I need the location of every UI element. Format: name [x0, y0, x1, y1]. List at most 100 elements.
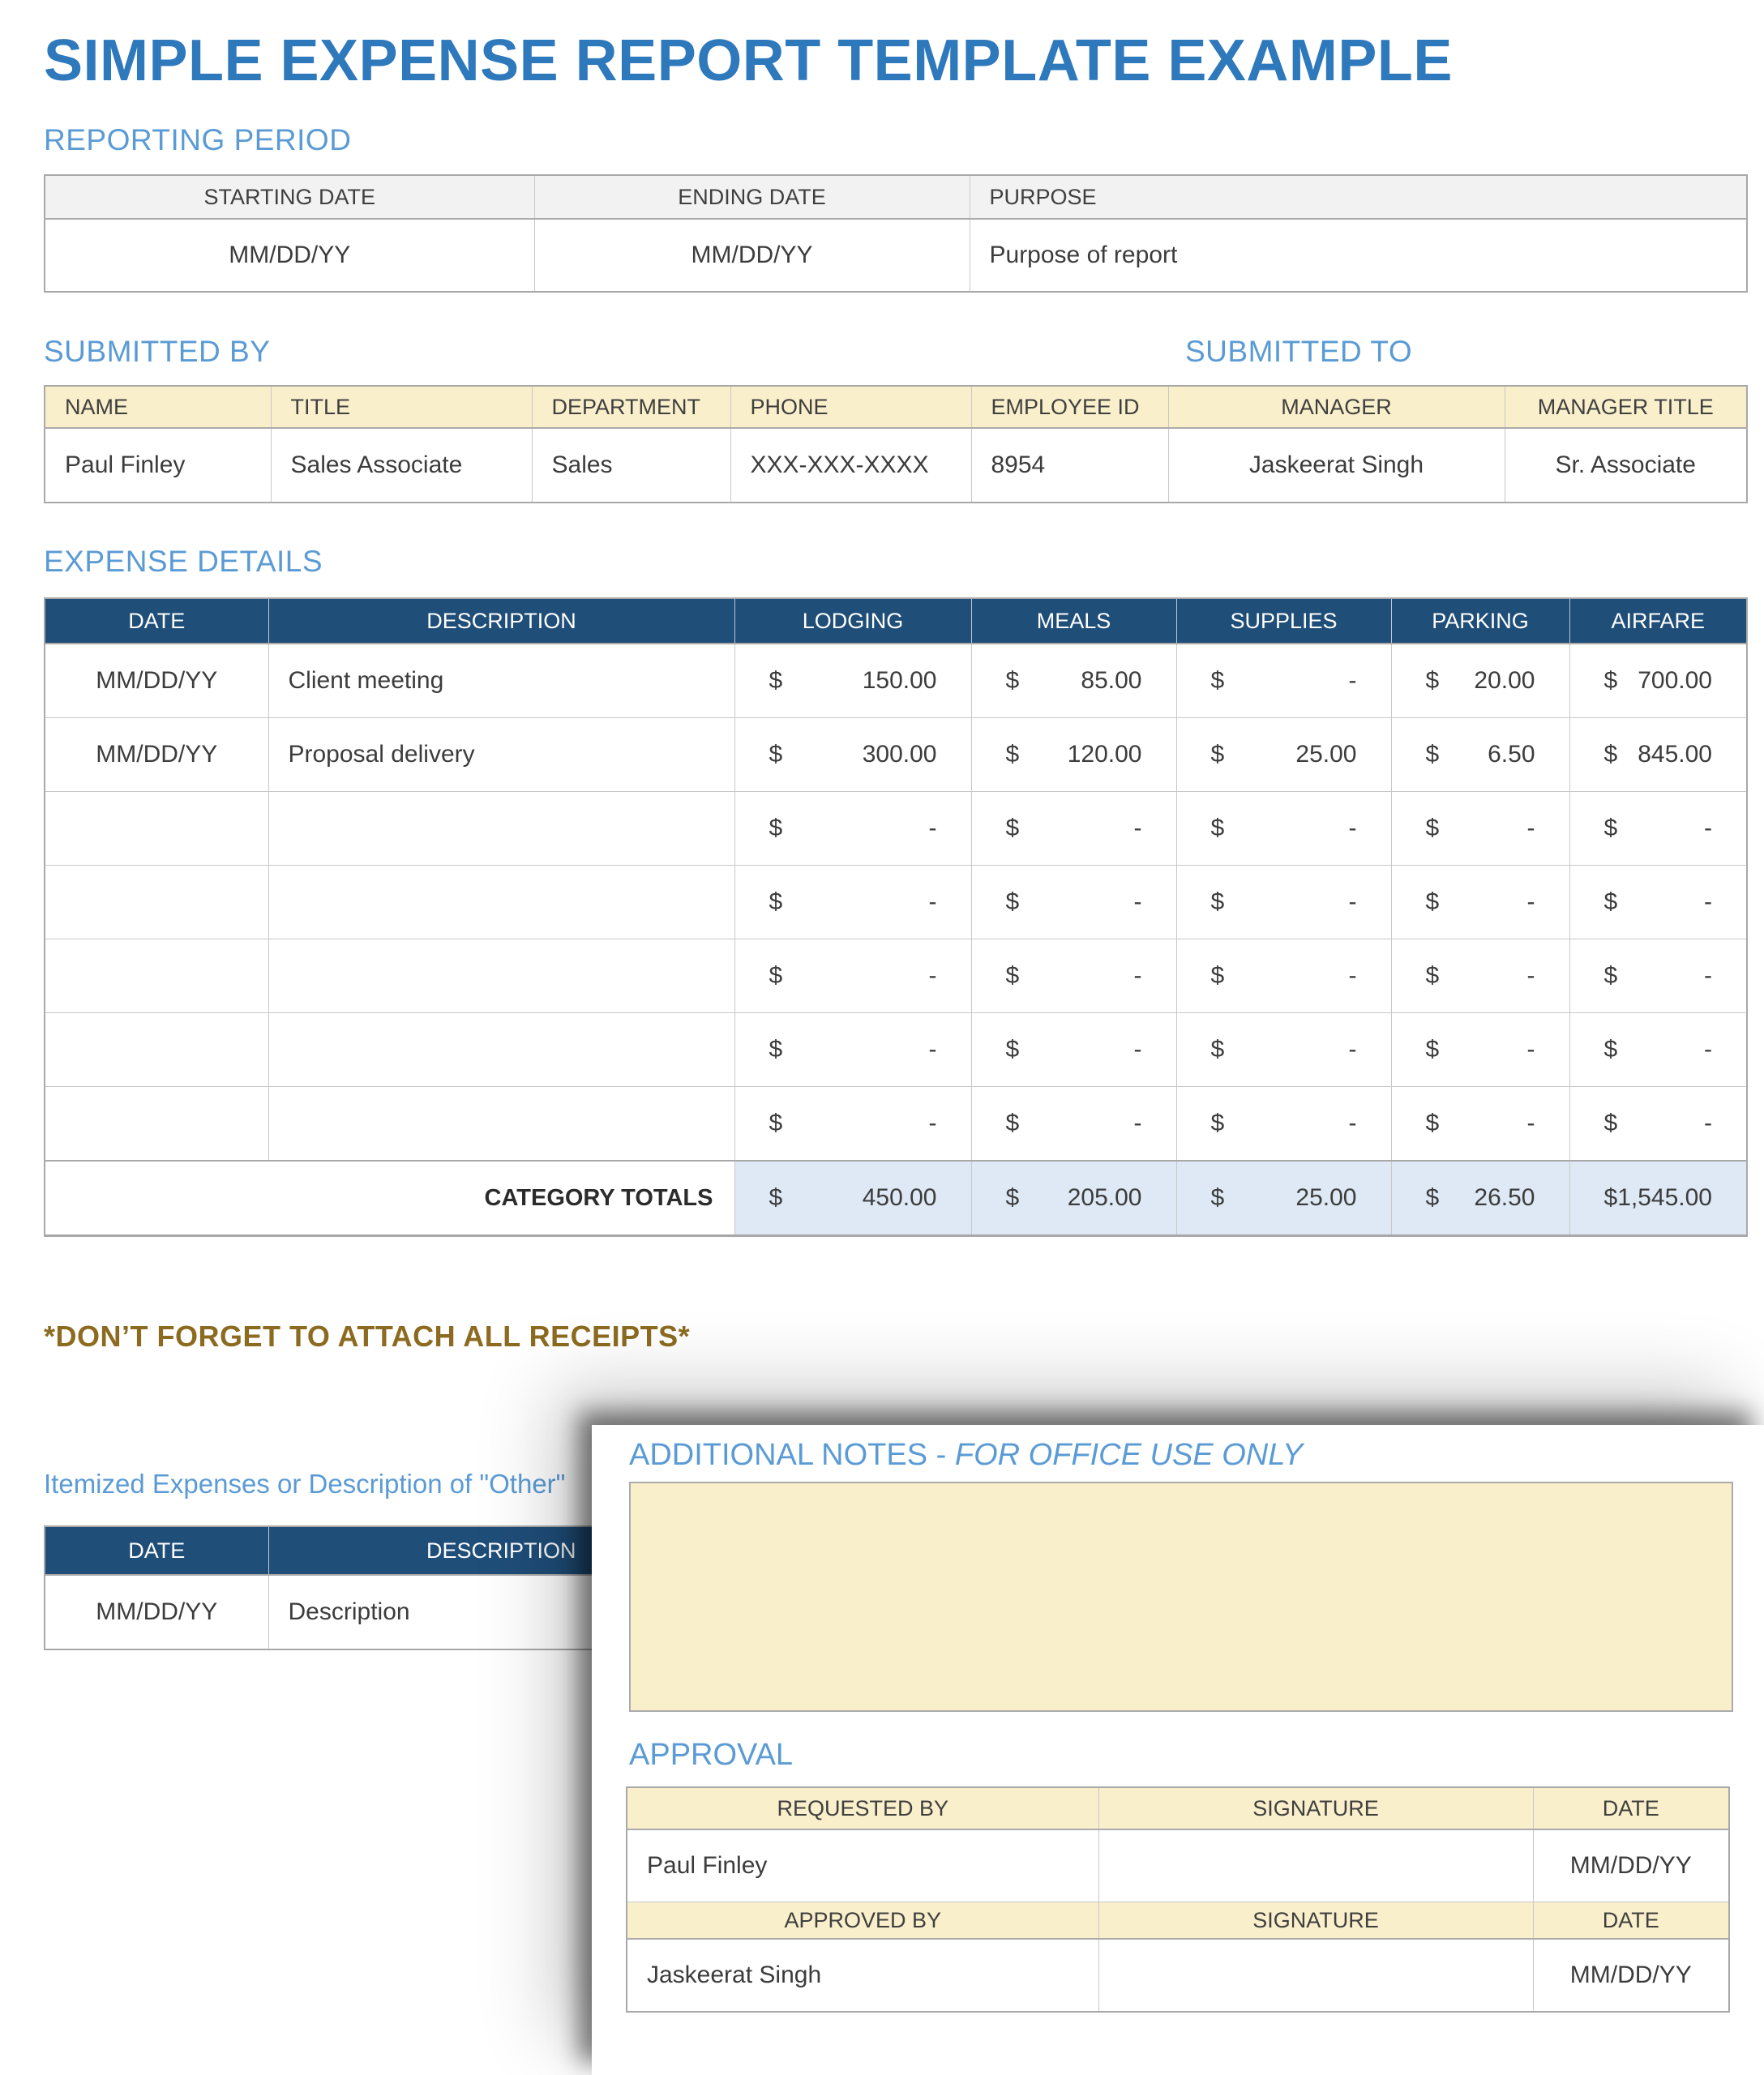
date-cell[interactable] — [44, 1086, 269, 1162]
parking-amount-cell[interactable]: $6.50 — [1390, 717, 1570, 792]
description-cell[interactable] — [268, 1012, 735, 1087]
additional-notes-box[interactable] — [629, 1482, 1733, 1712]
currency-symbol: $ — [1005, 888, 1020, 915]
category-totals-row: CATEGORY TOTALS $450.00 $205.00 $25.00 $… — [44, 1160, 1748, 1237]
description-cell[interactable]: Proposal delivery — [268, 717, 735, 792]
meals-amount-cell[interactable]: $ - — [970, 1012, 1177, 1087]
parking-amount-cell[interactable]: $ - — [1390, 1012, 1570, 1087]
submitted-table: NAME TITLE DEPARTMENT PHONE EMPLOYEE ID … — [44, 385, 1748, 503]
requested-signature-cell[interactable] — [1098, 1829, 1534, 1902]
lodging-amount-cell[interactable]: $ - — [734, 1012, 972, 1087]
airfare-amount-cell[interactable]: $ - — [1569, 1012, 1748, 1087]
supplies-amount-cell[interactable]: $25.00 — [1175, 717, 1392, 792]
title-value[interactable]: Sales Associate — [270, 427, 533, 503]
supplies-amount-cell[interactable]: $ - — [1175, 791, 1392, 866]
lodging-amount-cell[interactable]: $150.00 — [734, 643, 972, 718]
meals-amount-cell[interactable]: $ - — [970, 939, 1177, 1013]
airfare-amount-cell[interactable]: $845.00 — [1569, 717, 1748, 792]
department-value[interactable]: Sales — [531, 427, 731, 503]
requested-by-name[interactable]: Paul Finley — [626, 1829, 1099, 1902]
airfare-amount-cell[interactable]: $ - — [1569, 865, 1748, 939]
currency-symbol: $ — [1425, 1110, 1440, 1136]
date-header: DATE — [1532, 1902, 1730, 1940]
attach-receipts-note: *DON’T FORGET TO ATTACH ALL RECEIPTS* — [44, 1320, 691, 1353]
supplies-amount-cell[interactable]: $ - — [1175, 1012, 1392, 1087]
supplies-amount-cell[interactable]: $ - — [1175, 939, 1392, 1013]
description-cell[interactable] — [268, 865, 735, 939]
name-value[interactable]: Paul Finley — [44, 427, 272, 503]
currency-symbol: $ — [1210, 962, 1225, 989]
approved-by-header: APPROVED BY — [626, 1902, 1099, 1940]
parking-amount-cell[interactable]: $ - — [1390, 1086, 1570, 1162]
lodging-amount-cell[interactable]: $ - — [734, 1086, 972, 1162]
manager-title-value[interactable]: Sr. Associate — [1504, 427, 1748, 503]
date-cell[interactable] — [44, 939, 269, 1013]
date-cell[interactable] — [44, 865, 269, 939]
date-cell[interactable] — [44, 791, 269, 866]
meals-amount-cell[interactable]: $85.00 — [970, 643, 1177, 718]
meals-amount-cell[interactable]: $ - — [970, 791, 1177, 866]
currency-symbol: $ — [1603, 667, 1618, 694]
currency-symbol: $ — [1425, 815, 1440, 841]
approved-date-cell[interactable]: MM/DD/YY — [1532, 1938, 1730, 2013]
lodging-amount-cell[interactable]: $ - — [734, 865, 972, 939]
parking-header: PARKING — [1390, 597, 1570, 644]
phone-header: PHONE — [730, 385, 972, 429]
supplies-amount-cell[interactable]: $ - — [1175, 643, 1392, 718]
submitted-by-heading: SUBMITTED BY — [44, 335, 271, 368]
manager-value[interactable]: Jaskeerat Singh — [1167, 427, 1505, 503]
supplies-amount-cell[interactable]: $ - — [1175, 865, 1392, 939]
starting-date-value[interactable]: MM/DD/YY — [44, 218, 535, 293]
airfare-amount-cell[interactable]: $ - — [1569, 939, 1748, 1013]
expense-row: MM/DD/YY Proposal delivery $300.00 $120.… — [44, 717, 1748, 792]
approved-signature-cell[interactable] — [1098, 1938, 1534, 2013]
additional-notes-heading-main: ADDITIONAL NOTES - — [629, 1438, 955, 1472]
airfare-amount-cell[interactable]: $ - — [1569, 791, 1748, 866]
purpose-value[interactable]: Purpose of report — [969, 218, 1748, 293]
currency-symbol: $ — [1005, 667, 1020, 694]
manager-title-header: MANAGER TITLE — [1504, 385, 1748, 429]
parking-amount-cell[interactable]: $ - — [1390, 791, 1570, 866]
requested-date-cell[interactable]: MM/DD/YY — [1532, 1829, 1730, 1902]
expense-row: $ - $ - $ - $ - $ - — [44, 1012, 1748, 1087]
table-row: Paul Finley MM/DD/YY — [626, 1829, 1730, 1902]
signature-header: SIGNATURE — [1098, 1902, 1534, 1940]
currency-symbol: $ — [1425, 1184, 1440, 1211]
description-cell[interactable] — [268, 939, 735, 1013]
phone-value[interactable]: XXX-XXX-XXXX — [730, 427, 972, 503]
lodging-amount-cell[interactable]: $ - — [734, 791, 972, 866]
parking-amount-cell[interactable]: $ - — [1390, 865, 1570, 939]
airfare-amount-cell[interactable]: $700.00 — [1569, 643, 1748, 718]
currency-symbol: $ — [769, 815, 783, 841]
currency-symbol: $ — [1425, 667, 1440, 694]
airfare-amount-cell[interactable]: $ - — [1569, 1086, 1748, 1162]
date-cell[interactable] — [44, 1012, 269, 1087]
description-cell[interactable]: Client meeting — [268, 643, 735, 718]
table-row: STARTING DATE ENDING DATE PURPOSE — [44, 174, 1748, 220]
name-header: NAME — [44, 385, 272, 429]
ending-date-value[interactable]: MM/DD/YY — [533, 218, 970, 293]
lodging-header: LODGING — [734, 597, 972, 644]
meals-amount-cell[interactable]: $ - — [970, 865, 1177, 939]
date-cell[interactable]: MM/DD/YY — [44, 1574, 269, 1650]
parking-amount-cell[interactable]: $20.00 — [1390, 643, 1570, 718]
date-cell[interactable]: MM/DD/YY — [44, 717, 269, 792]
currency-symbol: $ — [769, 667, 783, 694]
currency-symbol: $ — [769, 888, 783, 915]
airfare-header: AIRFARE — [1569, 597, 1748, 644]
description-cell[interactable] — [268, 791, 735, 866]
description-cell[interactable] — [268, 1086, 735, 1162]
approved-by-name[interactable]: Jaskeerat Singh — [626, 1938, 1099, 2013]
meals-amount-cell[interactable]: $ - — [970, 1086, 1177, 1162]
table-row: DATE DESCRIPTION LODGING MEALS SUPPLIES … — [44, 597, 1748, 644]
lodging-amount-cell[interactable]: $300.00 — [734, 717, 972, 792]
table-row: APPROVED BY SIGNATURE DATE — [626, 1902, 1730, 1940]
expense-row: $ - $ - $ - $ - $ - — [44, 865, 1748, 939]
parking-amount-cell[interactable]: $ - — [1390, 939, 1570, 1013]
supplies-amount-cell[interactable]: $ - — [1175, 1086, 1392, 1162]
lodging-amount-cell[interactable]: $ - — [734, 939, 972, 1013]
employee-id-value[interactable]: 8954 — [970, 427, 1169, 503]
date-cell[interactable]: MM/DD/YY — [44, 643, 269, 718]
meals-amount-cell[interactable]: $120.00 — [970, 717, 1177, 792]
approval-heading: APPROVAL — [629, 1738, 794, 1772]
